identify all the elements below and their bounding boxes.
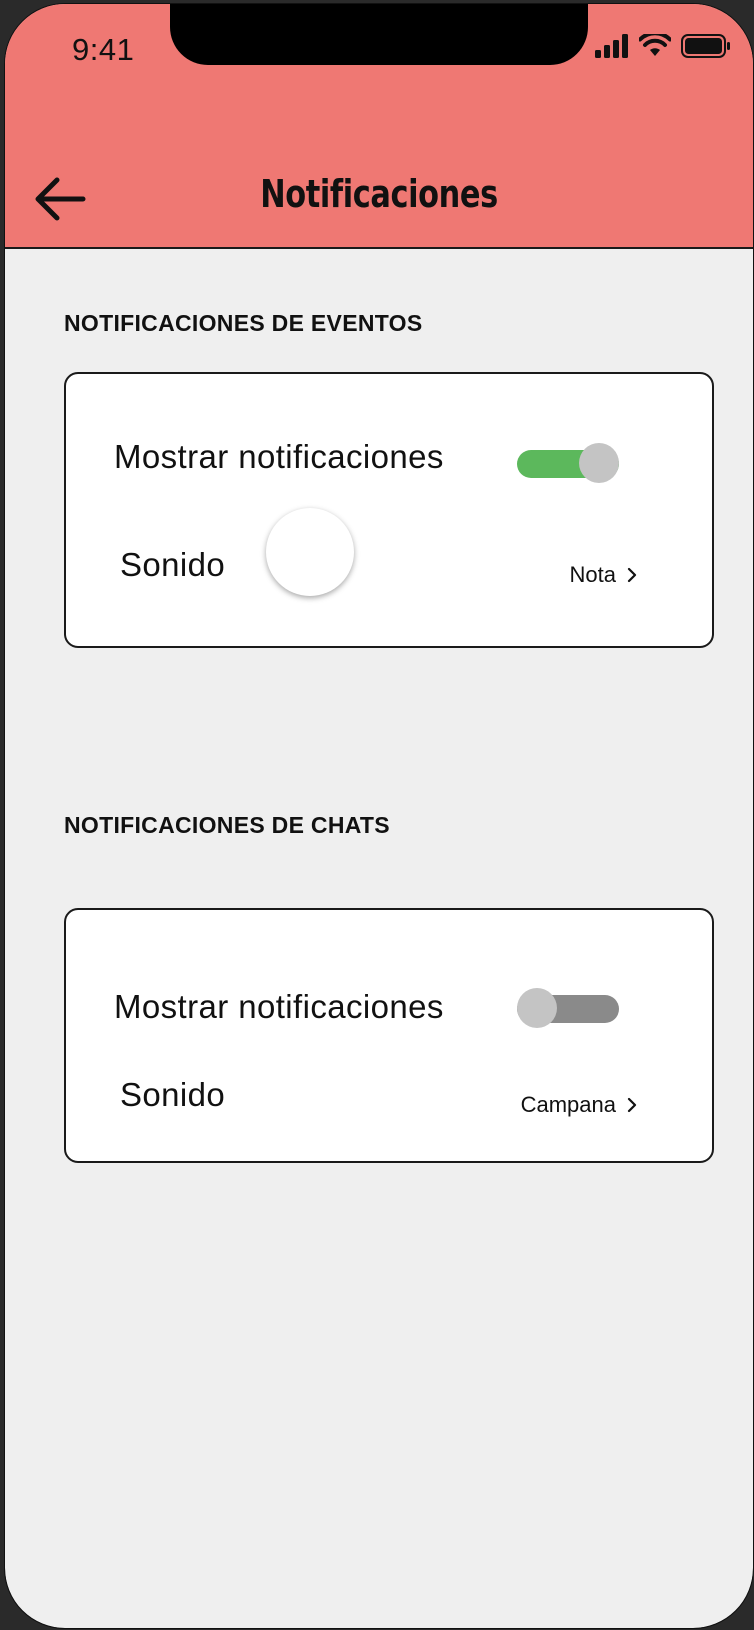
status-icons [595, 34, 731, 58]
events-sound-value: Nota [569, 562, 616, 587]
events-card: Mostrar notificaciones Sonido Nota [64, 372, 714, 648]
section-title-chats: NOTIFICACIONES DE CHATS [64, 812, 390, 838]
chats-sound-selector[interactable]: Campana [521, 1092, 638, 1118]
toggle-knob [517, 988, 557, 1028]
status-time: 9:41 [72, 32, 135, 67]
signal-icon [595, 34, 628, 58]
chevron-right-icon [627, 567, 637, 583]
wifi-icon [639, 34, 671, 56]
events-show-toggle[interactable] [517, 443, 619, 483]
page-title: Notificaciones [260, 172, 498, 216]
touch-indicator [266, 508, 354, 596]
events-sound-selector[interactable]: Nota [570, 562, 638, 588]
chevron-right-icon [627, 1097, 637, 1113]
events-show-label: Mostrar notificaciones [114, 438, 444, 475]
app-header: 9:41 Notificaciones [5, 4, 753, 249]
section-title-events: NOTIFICACIONES DE EVENTOS [64, 310, 423, 336]
device-notch [170, 4, 588, 65]
events-sound-label: Sonido [120, 546, 226, 583]
toggle-knob [579, 443, 619, 483]
chats-show-toggle[interactable] [517, 988, 619, 1028]
chats-show-label: Mostrar notificaciones [114, 988, 444, 1025]
phone-screen: 9:41 Notificaciones NOTIFICACIONES DE EV… [4, 3, 754, 1629]
chats-sound-label: Sonido [120, 1076, 226, 1113]
chats-card: Mostrar notificaciones Sonido Campana [64, 908, 714, 1163]
chats-sound-value: Campana [520, 1092, 616, 1117]
battery-icon [681, 34, 730, 58]
